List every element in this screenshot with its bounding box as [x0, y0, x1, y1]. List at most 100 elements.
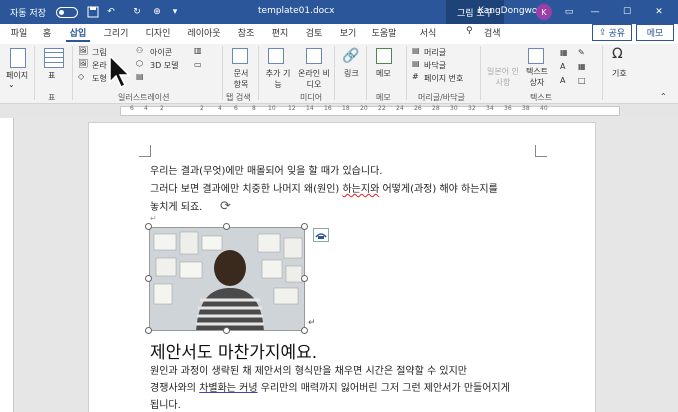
symbol-icon[interactable]: Ω — [612, 46, 623, 62]
search-icon[interactable]: ⚲ — [466, 26, 473, 42]
picture-button[interactable]: 그림 — [92, 47, 107, 58]
paragraph-line[interactable]: 됩니다. — [150, 396, 181, 411]
tab-review[interactable]: 검토 — [304, 26, 324, 42]
ruler-tick: 38 — [522, 105, 530, 112]
paragraph-mark: ↵ — [308, 318, 316, 328]
tab-references[interactable]: 참조 — [236, 26, 256, 42]
doc-item-button[interactable]: 문서 항목 — [232, 68, 250, 90]
tab-draw[interactable]: 그리기 — [102, 26, 130, 42]
resize-handle[interactable] — [301, 223, 308, 230]
tab-insert[interactable]: 삽입 — [66, 26, 90, 42]
ribbon-display-icon[interactable]: ▭ — [562, 5, 576, 19]
minimize-icon[interactable]: — — [588, 5, 602, 19]
object-icon[interactable]: □ — [578, 76, 586, 85]
online-video-button[interactable]: 온라인 비디오 — [298, 68, 330, 90]
page-icon[interactable] — [10, 48, 26, 68]
datetime-icon[interactable]: ▦ — [578, 62, 586, 71]
footer-button[interactable]: 바닥글 — [424, 60, 446, 71]
share-button[interactable]: ⇪ 공유 — [592, 24, 632, 41]
model3d-icon[interactable]: ⬡ — [136, 59, 143, 68]
online-picture-button[interactable]: 온라 — [92, 60, 107, 71]
shapes-button[interactable]: 도형 — [92, 73, 107, 84]
icons-icon[interactable]: ⚇ — [136, 46, 143, 55]
textbox-icon[interactable] — [528, 48, 544, 64]
dropcap-icon[interactable]: A — [560, 76, 565, 85]
signature-icon[interactable]: ✎ — [578, 48, 585, 57]
resize-handle[interactable] — [145, 327, 152, 334]
shapes-icon[interactable]: ◇ — [78, 72, 84, 81]
paragraph-line[interactable]: 놓치게 되죠. — [150, 198, 202, 213]
ruler-tick: 22 — [378, 105, 386, 112]
comment-icon[interactable] — [376, 48, 392, 64]
pages-dropdown-icon[interactable]: ⌄ — [8, 80, 15, 89]
customize-icon[interactable]: ▾ — [168, 5, 182, 19]
tab-search-group-label: 탭 검색 — [226, 93, 251, 102]
addin-icon[interactable] — [268, 48, 284, 64]
quickparts-icon[interactable]: ▦ — [560, 48, 568, 57]
footer-icon[interactable]: ▤ — [412, 59, 420, 68]
tab-home[interactable]: 홈 — [40, 26, 54, 42]
tab-view[interactable]: 보기 — [338, 26, 358, 42]
paragraph-line[interactable]: 그러다 보면 결과에만 치중한 나머지 왜(원인) 하는지와 어떻게(과정) 해… — [150, 180, 498, 195]
tab-help[interactable]: 도움말 — [370, 26, 398, 42]
comment-button[interactable]: 메모 — [376, 68, 391, 79]
page-number-button[interactable]: 페이지 번호 — [424, 73, 463, 84]
resize-handle[interactable] — [145, 275, 152, 282]
japanese-button[interactable]: 일본어 인 사항 — [486, 66, 520, 88]
section-heading[interactable]: 제안서도 마찬가지예요. — [150, 338, 317, 363]
online-picture-icon[interactable]: 🖼 — [78, 59, 88, 68]
resize-handle[interactable] — [145, 223, 152, 230]
table-button[interactable]: 표 — [48, 70, 55, 81]
smartart-icon[interactable]: ▤ — [136, 72, 144, 81]
resize-handle[interactable] — [223, 223, 230, 230]
comments-button[interactable]: 메모 — [636, 24, 674, 41]
header-icon[interactable]: ▤ — [412, 46, 420, 55]
search-label[interactable]: 검색 — [484, 26, 501, 42]
model3d-button[interactable]: 3D 모델 — [150, 60, 179, 71]
tab-format[interactable]: 서식 — [418, 26, 438, 42]
online-video-icon[interactable] — [306, 48, 322, 64]
wordart-icon[interactable]: A — [560, 62, 565, 71]
picture-icon[interactable]: 🖼 — [78, 46, 88, 55]
header-button[interactable]: 머리글 — [424, 47, 446, 58]
paragraph-line[interactable]: 원인과 과정이 생략된 채 제안서의 형식만을 채우면 시간은 절약할 수 있지… — [150, 362, 467, 377]
link-button[interactable]: 링크 — [344, 68, 359, 79]
table-icon[interactable] — [44, 48, 64, 68]
tab-layout[interactable]: 레이아웃 — [186, 26, 222, 42]
vertical-ruler[interactable] — [0, 118, 14, 412]
screenshot-icon[interactable]: ▭ — [194, 60, 202, 69]
avatar[interactable]: K — [536, 4, 552, 20]
group-separator — [34, 46, 35, 100]
touch-mode-icon[interactable]: ⊕ — [150, 5, 164, 19]
tab-file[interactable]: 파일 — [8, 26, 30, 42]
addin-button[interactable]: 추가 기능 — [264, 68, 292, 90]
maximize-icon[interactable]: ☐ — [620, 5, 634, 19]
redo-icon[interactable]: ↻ — [130, 5, 144, 19]
margin-corner — [535, 145, 547, 157]
autosave-toggle[interactable] — [56, 7, 78, 18]
undo-icon[interactable]: ↶ — [104, 5, 118, 19]
spelling-error-text: 하는지와 — [342, 184, 380, 195]
chart-icon[interactable]: ▥ — [194, 46, 202, 55]
layout-options-button[interactable] — [313, 228, 329, 242]
symbol-button[interactable]: 기호 — [612, 68, 627, 79]
rotate-handle-icon[interactable]: ⟳ — [220, 199, 231, 214]
close-icon[interactable]: ✕ — [652, 5, 666, 19]
textbox-button[interactable]: 텍스트 상자 — [524, 66, 550, 88]
tab-design[interactable]: 디자인 — [144, 26, 172, 42]
horizontal-ruler[interactable]: 6 4 2 2 4 6 8 10 12 14 16 18 20 22 24 26… — [0, 104, 678, 118]
save-icon[interactable] — [86, 5, 100, 19]
ruler-tick: 16 — [324, 105, 332, 112]
link-icon[interactable]: 🔗 — [342, 48, 359, 64]
resize-handle[interactable] — [223, 327, 230, 334]
tab-mailings[interactable]: 편지 — [270, 26, 290, 42]
selected-image[interactable] — [149, 227, 305, 331]
doc-item-icon[interactable] — [232, 48, 248, 64]
resize-handle[interactable] — [301, 327, 308, 334]
icons-button[interactable]: 아이콘 — [150, 47, 172, 58]
paragraph-line[interactable]: 경쟁사와의 차별화는 커녕 우리만의 매력까지 잃어버린 그저 그런 제안서가 … — [150, 379, 510, 394]
paragraph-line[interactable]: 우리는 결과(무엇)에만 매몰되어 잊을 할 때가 있습니다. — [150, 162, 382, 177]
collapse-ribbon-icon[interactable]: ⌃ — [660, 92, 667, 101]
resize-handle[interactable] — [301, 275, 308, 282]
page-number-icon[interactable]: # — [412, 72, 419, 81]
